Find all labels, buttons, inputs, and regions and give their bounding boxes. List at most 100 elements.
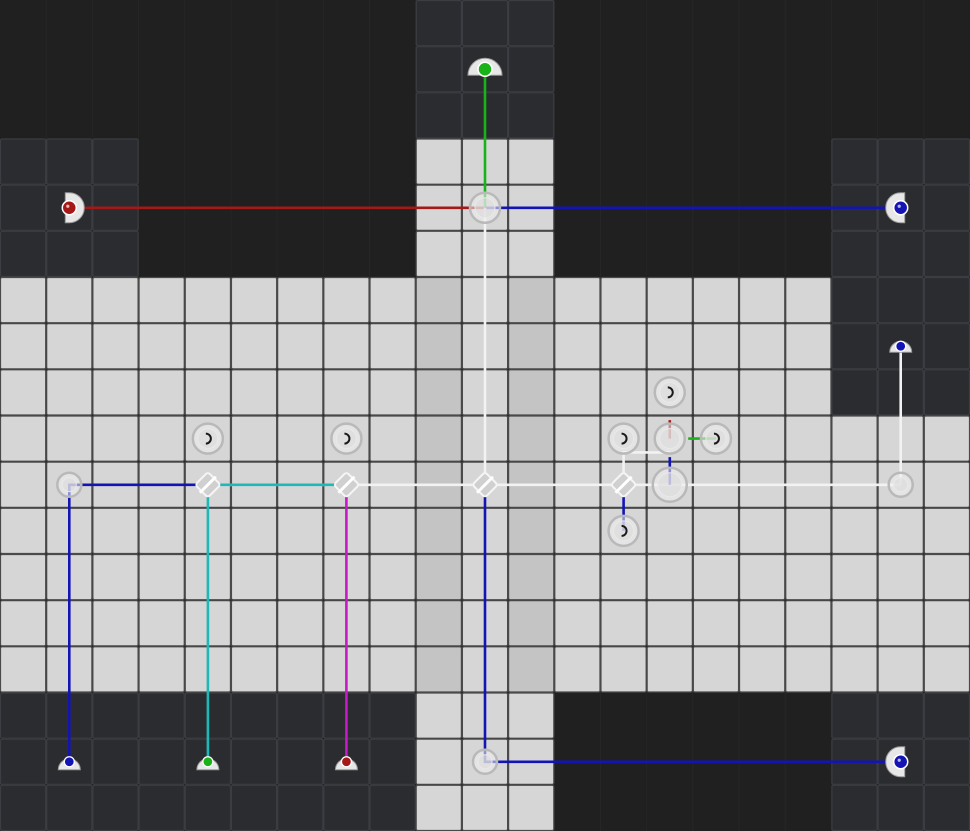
floor-tile[interactable] — [415, 507, 463, 555]
floor-tile[interactable] — [692, 369, 740, 416]
floor-tile[interactable] — [600, 323, 647, 370]
floor-tile[interactable] — [600, 369, 647, 416]
floor-tile[interactable] — [600, 276, 647, 324]
floor-tile[interactable] — [277, 276, 324, 324]
floor-tile[interactable] — [507, 692, 555, 739]
floor-tile[interactable] — [831, 646, 878, 693]
floor-tile[interactable] — [138, 553, 185, 601]
floor-tile[interactable] — [369, 323, 416, 370]
floor-tile[interactable] — [507, 553, 555, 601]
floor-tile[interactable] — [230, 276, 278, 324]
floor-tile[interactable] — [554, 276, 601, 324]
floor-tile[interactable] — [554, 600, 601, 647]
floor-tile[interactable] — [785, 369, 832, 416]
floor-tile[interactable] — [230, 600, 278, 647]
floor-tile[interactable] — [923, 461, 970, 508]
floor-tile[interactable] — [831, 415, 878, 462]
floor-tile[interactable] — [646, 276, 693, 324]
floor-tile[interactable] — [0, 323, 47, 370]
floor-tile[interactable] — [877, 600, 924, 647]
floor-tile[interactable] — [600, 646, 647, 693]
floor-tile[interactable] — [923, 553, 970, 601]
floor-tile[interactable] — [692, 323, 740, 370]
floor-tile[interactable] — [415, 230, 463, 278]
floor-tile[interactable] — [600, 600, 647, 647]
floor-tile[interactable] — [230, 507, 278, 555]
floor-tile[interactable] — [92, 507, 139, 555]
floor-tile[interactable] — [415, 553, 463, 601]
floor-tile[interactable] — [138, 276, 185, 324]
floor-tile[interactable] — [277, 553, 324, 601]
floor-tile[interactable] — [277, 415, 324, 462]
floor-tile[interactable] — [230, 415, 278, 462]
floor-tile[interactable] — [877, 646, 924, 693]
floor-tile[interactable] — [92, 646, 139, 693]
floor-tile[interactable] — [507, 415, 555, 462]
floor-tile[interactable] — [415, 415, 463, 462]
floor-tile[interactable] — [92, 553, 139, 601]
floor-tile[interactable] — [138, 507, 185, 555]
floor-tile[interactable] — [184, 323, 232, 370]
floor-tile[interactable] — [738, 323, 786, 370]
floor-tile[interactable] — [138, 369, 185, 416]
floor-tile[interactable] — [507, 276, 555, 324]
floor-tile[interactable] — [692, 600, 740, 647]
floor-tile[interactable] — [138, 600, 185, 647]
combiner-top[interactable] — [468, 191, 502, 224]
floor-tile[interactable] — [507, 369, 555, 416]
floor-tile[interactable] — [0, 646, 47, 693]
floor-tile[interactable] — [600, 553, 647, 601]
floor-tile[interactable] — [184, 276, 232, 324]
floor-tile[interactable] — [92, 276, 139, 324]
floor-tile[interactable] — [369, 276, 416, 324]
mirror-right[interactable] — [887, 471, 914, 498]
floor-tile[interactable] — [0, 369, 47, 416]
floor-tile[interactable] — [507, 138, 555, 185]
floor-tile[interactable] — [554, 646, 601, 693]
floor-tile[interactable] — [785, 553, 832, 601]
floor-tile[interactable] — [369, 553, 416, 601]
floor-tile[interactable] — [738, 553, 786, 601]
floor-tile[interactable] — [323, 369, 370, 416]
floor-tile[interactable] — [785, 276, 832, 324]
floor-tile[interactable] — [369, 600, 416, 647]
floor-tile[interactable] — [0, 461, 47, 508]
floor-tile[interactable] — [184, 369, 232, 416]
floor-tile[interactable] — [692, 507, 740, 555]
floor-tile[interactable] — [831, 507, 878, 555]
floor-tile[interactable] — [277, 323, 324, 370]
floor-tile[interactable] — [230, 553, 278, 601]
floor-tile[interactable] — [138, 646, 185, 693]
floor-tile[interactable] — [415, 692, 463, 739]
floor-tile[interactable] — [369, 415, 416, 462]
floor-tile[interactable] — [323, 323, 370, 370]
floor-tile[interactable] — [646, 323, 693, 370]
floor-tile[interactable] — [415, 138, 463, 185]
floor-tile[interactable] — [507, 230, 555, 278]
floor-tile[interactable] — [785, 646, 832, 693]
floor-tile[interactable] — [646, 600, 693, 647]
floor-tile[interactable] — [507, 784, 555, 831]
spare-piece-5[interactable] — [699, 422, 733, 455]
floor-tile[interactable] — [277, 646, 324, 693]
floor-tile[interactable] — [92, 323, 139, 370]
floor-tile[interactable] — [277, 507, 324, 555]
floor-tile[interactable] — [692, 553, 740, 601]
spare-piece-1[interactable] — [191, 422, 225, 455]
floor-tile[interactable] — [0, 600, 47, 647]
mirror-bottom[interactable] — [471, 748, 499, 775]
floor-tile[interactable] — [415, 323, 463, 370]
floor-tile[interactable] — [877, 507, 924, 555]
floor-tile[interactable] — [554, 415, 601, 462]
floor-tile[interactable] — [646, 553, 693, 601]
floor-tile[interactable] — [415, 369, 463, 416]
floor-tile[interactable] — [46, 323, 93, 370]
floor-tile[interactable] — [785, 323, 832, 370]
floor-tile[interactable] — [877, 553, 924, 601]
floor-tile[interactable] — [785, 600, 832, 647]
floor-tile[interactable] — [0, 276, 47, 324]
floor-tile[interactable] — [738, 369, 786, 416]
floor-tile[interactable] — [692, 276, 740, 324]
floor-tile[interactable] — [738, 646, 786, 693]
spare-piece-6[interactable] — [607, 514, 640, 548]
